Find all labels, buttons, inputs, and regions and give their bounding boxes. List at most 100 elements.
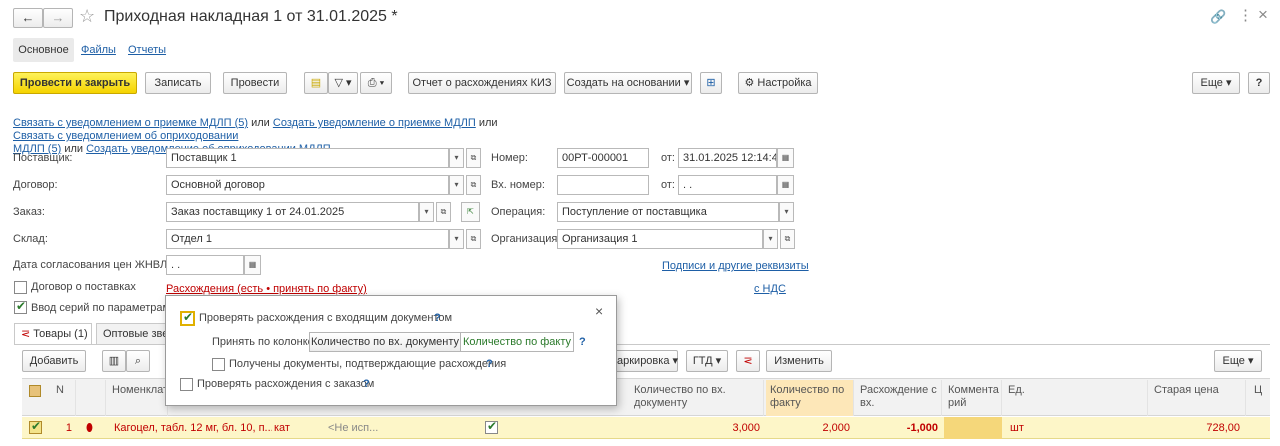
org-label: Организация:: [491, 233, 561, 245]
check-order-checkbox[interactable]: [180, 378, 193, 391]
table-more-button[interactable]: Еще ▾: [1214, 350, 1262, 372]
document-icon: ▤: [310, 77, 322, 89]
create-based-on-button[interactable]: Создать на основании ▾: [564, 72, 692, 94]
back-button[interactable]: ←: [13, 8, 43, 28]
row-qty-fact[interactable]: 2,000: [766, 417, 854, 439]
save-button[interactable]: Записать: [145, 72, 211, 94]
more-label: Еще: [1200, 77, 1223, 89]
tab-main[interactable]: Основное: [13, 38, 74, 62]
option-qty-fact[interactable]: Количество по факту: [460, 332, 574, 352]
row-name[interactable]: Кагоцел, табл. 12 мг, бл. 10, п...: [110, 417, 272, 439]
check-incoming-help[interactable]: ?: [434, 312, 441, 324]
contract-dropdown[interactable]: ▾: [449, 175, 464, 195]
check-order-help[interactable]: ?: [363, 378, 370, 390]
link-create-acceptance[interactable]: Создать уведомление о приемке МДЛП: [273, 117, 476, 129]
col-unit: Ед.: [1004, 380, 1148, 416]
marking-button[interactable]: аркировка ▾: [612, 350, 678, 372]
by-contracts-label: Договор о поставках: [31, 281, 136, 293]
marking-label: аркировка: [617, 355, 670, 367]
org-field[interactable]: Организация 1: [557, 229, 763, 249]
change-button[interactable]: Изменить: [766, 350, 832, 372]
docs-received-help[interactable]: ?: [486, 358, 493, 370]
row-checkbox[interactable]: [29, 419, 42, 434]
org-open[interactable]: ⧉: [780, 229, 795, 249]
discrepancy-link[interactable]: Расхождения (есть • принять по факту): [166, 283, 367, 295]
gtd-button[interactable]: ГТД ▾: [686, 350, 728, 372]
help-button[interactable]: ?: [1248, 72, 1270, 94]
order-fill-icon[interactable]: ⇱: [461, 202, 480, 222]
link-icon[interactable]: 🔗: [1210, 9, 1226, 25]
barcode-button[interactable]: ▥: [102, 350, 126, 372]
in-date-calendar-icon[interactable]: ▦: [777, 175, 794, 195]
structure-icon-button[interactable]: ⊞: [700, 72, 722, 94]
operation-field[interactable]: Поступление от поставщика: [557, 202, 779, 222]
menu-dots-icon[interactable]: ⋮: [1238, 6, 1253, 24]
more-button[interactable]: Еще ▾: [1192, 72, 1240, 94]
popup-close-icon[interactable]: ×: [595, 303, 603, 319]
signatures-link[interactable]: Подписи и другие реквизиты: [662, 260, 809, 272]
price-date-field[interactable]: . .: [166, 255, 244, 275]
order-dropdown[interactable]: ▾: [419, 202, 434, 222]
search-button[interactable]: ⌕: [126, 350, 150, 372]
row-flag-checkbox[interactable]: [485, 419, 498, 434]
post-and-close-button[interactable]: Провести и закрыть: [13, 72, 137, 94]
forward-button[interactable]: →: [43, 8, 73, 28]
series-checkbox[interactable]: [14, 299, 27, 314]
kiz-report-button[interactable]: Отчет о расхождениях КИЗ: [408, 72, 556, 94]
row-series[interactable]: <Не исп...: [324, 417, 394, 439]
warehouse-open[interactable]: ⧉: [466, 229, 481, 249]
option-qty-doc[interactable]: Количество по вх. документу: [309, 332, 461, 352]
col-comment: Коммента рий: [944, 380, 1002, 416]
row-unit[interactable]: шт: [1006, 417, 1146, 439]
table-more-label: Еще: [1222, 355, 1245, 367]
wholesale-tab-label: Оптовые звен: [103, 328, 165, 340]
warehouse-label: Склад:: [13, 233, 48, 245]
discrepancy-menu-button[interactable]: ⋜: [736, 350, 760, 372]
in-date-field[interactable]: . .: [678, 175, 777, 195]
order-field[interactable]: Заказ поставщику 1 от 24.01.2025: [166, 202, 419, 222]
settings-button[interactable]: ⚙ Настройка: [738, 72, 818, 94]
row-qty-doc[interactable]: 3,000: [630, 417, 764, 439]
order-open[interactable]: ⧉: [436, 202, 451, 222]
contract-field[interactable]: Основной договор: [166, 175, 449, 195]
col-diff: Расхождение с вх.: [856, 380, 942, 416]
post-button[interactable]: Провести: [223, 72, 287, 94]
accept-help[interactable]: ?: [579, 336, 586, 348]
in-number-field[interactable]: [557, 175, 649, 195]
contract-label: Договор:: [13, 179, 58, 191]
warehouse-field[interactable]: Отдел 1: [166, 229, 449, 249]
link-bind-acceptance[interactable]: Связать с уведомлением о приемке МДЛП (5…: [13, 117, 248, 129]
docs-received-checkbox[interactable]: [212, 358, 225, 371]
favorite-star-icon[interactable]: ☆: [79, 6, 95, 27]
document-icon-button[interactable]: ▤: [304, 72, 328, 94]
close-window-icon[interactable]: ×: [1258, 5, 1268, 25]
supplier-dropdown[interactable]: ▾: [449, 148, 464, 168]
date-calendar-icon[interactable]: ▦: [777, 148, 794, 168]
tab-files[interactable]: Файлы: [81, 44, 116, 56]
number-field[interactable]: 00РТ-000001: [557, 148, 649, 168]
print-dropdown-button[interactable]: ⎙ ▾: [360, 72, 392, 94]
calendar-icon[interactable]: ▦: [244, 255, 261, 275]
tab-goods[interactable]: ⋜ Товары (1): [14, 323, 92, 345]
add-row-button[interactable]: Добавить: [22, 350, 86, 372]
org-dropdown[interactable]: ▾: [763, 229, 778, 249]
operation-dropdown[interactable]: ▾: [779, 202, 794, 222]
supplier-open[interactable]: ⧉: [466, 148, 481, 168]
price-date-label: Дата согласования цен ЖНВЛП:: [13, 259, 179, 271]
filter-dropdown-button[interactable]: ▽ ▾: [328, 72, 358, 94]
row-comment[interactable]: [944, 417, 1002, 439]
check-incoming-checkbox[interactable]: [180, 310, 195, 326]
tab-wholesale[interactable]: Оптовые звен: [96, 323, 166, 345]
col-icon: [76, 380, 106, 416]
warehouse-dropdown[interactable]: ▾: [449, 229, 464, 249]
link-bind-posting[interactable]: Связать с уведомлением об оприходовании: [13, 130, 238, 142]
supplier-field[interactable]: Поставщик 1: [166, 148, 449, 168]
by-contracts-checkbox[interactable]: [14, 281, 27, 294]
row-diff: -1,000: [906, 422, 938, 434]
vat-link[interactable]: с НДС: [754, 283, 786, 295]
number-label: Номер:: [491, 152, 528, 164]
date-field[interactable]: 31.01.2025 12:14:45: [678, 148, 777, 168]
contract-open[interactable]: ⧉: [466, 175, 481, 195]
col-nomenclature: Номенклат: [108, 380, 168, 416]
tab-reports[interactable]: Отчеты: [128, 44, 166, 56]
